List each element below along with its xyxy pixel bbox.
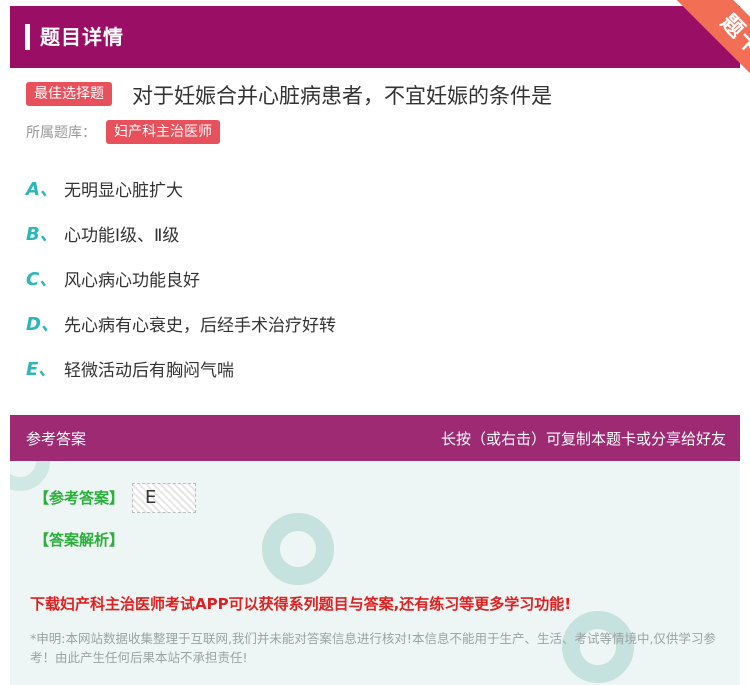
- answer-body: 【参考答案】 E 【答案解析】 下载妇产科主治医师考试APP可以获得系列题目与答…: [10, 461, 740, 685]
- option-letter: A、: [26, 179, 58, 200]
- answer-value: E: [132, 483, 196, 513]
- option-b[interactable]: B、 心功能Ⅰ级、Ⅱ级: [26, 220, 179, 246]
- option-text: 心功能Ⅰ级、Ⅱ级: [64, 225, 180, 246]
- option-a[interactable]: A、 无明显心脏扩大: [26, 175, 183, 201]
- answer-label: 【参考答案】: [34, 489, 125, 507]
- page-title: 题目详情: [40, 25, 124, 49]
- question-card: 题目详情 题卡 最佳选择题 对于妊娠合并心脏病患者，不宜妊娠的条件是 所属题库：…: [0, 0, 750, 685]
- answer-section-title: 参考答案: [26, 430, 87, 448]
- option-text: 无明显心脏扩大: [64, 180, 183, 201]
- bank-name-badge[interactable]: 妇产科主治医师: [106, 120, 220, 144]
- option-c[interactable]: C、 风心病心功能良好: [26, 265, 200, 291]
- disclaimer-text: *申明:本网站数据收集整理于互联网,我们并未能对答案信息进行核对!本信息不能用于…: [30, 631, 716, 665]
- question-text: 对于妊娠合并心脏病患者，不宜妊娠的条件是: [132, 84, 552, 108]
- download-app-link[interactable]: 下载妇产科主治医师考试APP可以获得系列题目与答案,还有练习等更多学习功能!: [30, 593, 571, 614]
- analysis-label: 【答案解析】: [34, 531, 125, 549]
- option-letter: B、: [26, 224, 58, 245]
- page-header: 题目详情: [10, 6, 740, 68]
- option-text: 轻微活动后有胸闷气喘: [64, 360, 234, 381]
- option-e[interactable]: E、 轻微活动后有胸闷气喘: [26, 355, 234, 381]
- option-letter: C、: [26, 269, 58, 290]
- question-type-badge: 最佳选择题: [26, 82, 112, 106]
- option-d[interactable]: D、 先心病有心衰史，后经手术治疗好转: [26, 310, 336, 336]
- option-text: 先心病有心衰史，后经手术治疗好转: [64, 315, 336, 336]
- option-letter: E、: [26, 359, 57, 380]
- ribbon-label: 题卡: [673, 0, 750, 100]
- watermark-logo-icon: [262, 513, 334, 585]
- option-letter: D、: [26, 314, 59, 335]
- answer-header: 参考答案 长按（或右击）可复制本题卡或分享给好友: [10, 415, 740, 461]
- option-text: 风心病心功能良好: [64, 270, 200, 291]
- corner-ribbon: 题卡: [640, 0, 750, 100]
- bank-label: 所属题库：: [26, 125, 96, 141]
- share-hint: 长按（或右击）可复制本题卡或分享给好友: [440, 430, 726, 448]
- header-accent-bar: [25, 24, 30, 50]
